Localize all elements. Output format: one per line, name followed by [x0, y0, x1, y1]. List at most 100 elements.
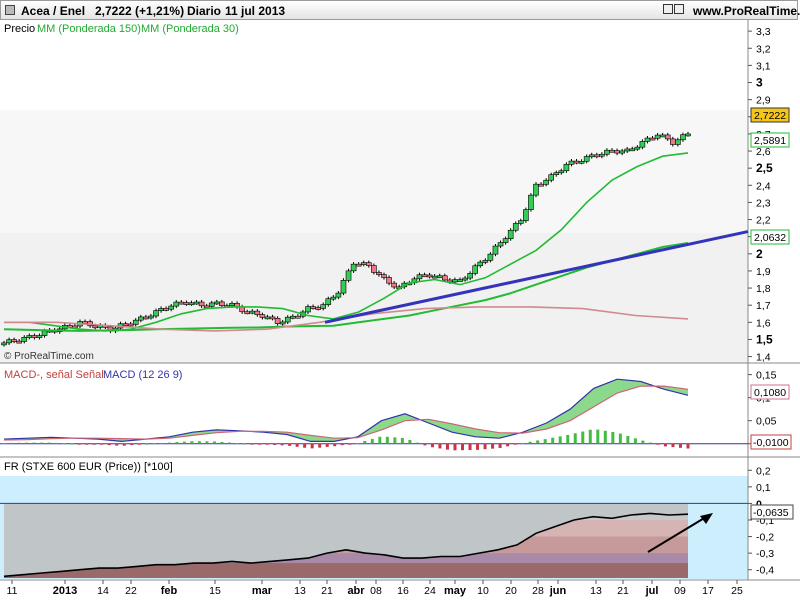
y-tick-label: 0,1: [756, 482, 771, 494]
candle-body: [639, 141, 646, 148]
candle-body: [426, 274, 433, 278]
x-tick-label: abr: [347, 585, 365, 597]
x-axis: 11 2013 14 22 feb 15 mar 13 21 abr 08 16 24 may 10 20 28…: [7, 580, 743, 597]
candle-body: [497, 242, 504, 247]
y-tick-label: -0,3: [756, 548, 774, 560]
candle-body: [538, 183, 544, 187]
macd-hist-bar: [521, 443, 525, 445]
macd-hist-bar: [325, 443, 329, 447]
macd-hist-bar: [611, 431, 615, 444]
candle-body: [553, 172, 560, 176]
candle-body: [381, 274, 387, 278]
candle-body: [127, 323, 134, 327]
macd-hist-bar: [167, 442, 171, 444]
candle-body: [203, 305, 210, 309]
candle-body: [148, 315, 154, 319]
candle-body: [193, 301, 200, 305]
price-band-upper: [0, 110, 748, 233]
macd-hist-bar: [107, 443, 111, 446]
macd-hist-bar: [145, 443, 149, 445]
candle-body: [163, 308, 169, 311]
candle-body: [249, 310, 256, 314]
macd-legend-main: MACD-, señal Señal: [4, 369, 104, 381]
macd-hist-bar: [40, 442, 44, 444]
x-tick-label: 16: [397, 585, 409, 597]
candle-body: [568, 160, 575, 165]
ma30-tag-text: 2,5891: [754, 135, 786, 147]
macd-hist-bar: [340, 443, 344, 446]
macd-hist-bar: [506, 443, 510, 447]
candle-body: [320, 304, 327, 309]
x-tick-label: 08: [370, 585, 382, 597]
candle-body: [421, 274, 428, 278]
candle-body: [604, 149, 610, 155]
macd-hist-bar: [55, 442, 59, 444]
y-tick-label: 2,3: [756, 197, 771, 209]
candle-body: [173, 301, 180, 307]
candle-body: [188, 302, 195, 306]
macd-hist-bar: [648, 442, 652, 444]
macd-hist-bar: [258, 443, 262, 445]
macd-hist-bar: [453, 443, 457, 451]
candle-body: [360, 262, 367, 265]
candle-body: [675, 139, 681, 145]
macd-hist-bar: [10, 442, 14, 444]
candle-body: [376, 272, 382, 275]
macd-hist-bar: [250, 443, 254, 445]
macd-hist-bar: [641, 440, 645, 444]
x-tick-label: jun: [549, 585, 567, 597]
candle-body: [462, 277, 468, 281]
candle-body: [6, 339, 12, 344]
candle-body: [680, 134, 686, 141]
macd-hist-bar: [581, 431, 585, 444]
macd-hist-bar: [62, 443, 66, 445]
candle-body: [153, 310, 159, 317]
candle-body: [122, 323, 129, 327]
candle-body: [614, 150, 620, 154]
candle-body: [436, 275, 443, 279]
y-tick-label: 2,5: [756, 161, 773, 175]
watermark: © ProRealTime.com: [4, 351, 94, 362]
candle-body: [507, 229, 514, 239]
macd-hist-bar: [663, 443, 667, 447]
candle-body: [654, 134, 661, 139]
x-tick-label: may: [444, 585, 467, 597]
candle-body: [371, 265, 377, 273]
macd-hist-bar: [220, 441, 224, 444]
macd-hist-bar: [438, 443, 442, 449]
candle-body: [528, 194, 534, 210]
y-tick-label: 2,9: [756, 95, 771, 107]
y-tick-label: 3: [756, 76, 763, 90]
candle-body: [609, 149, 615, 153]
chart-canvas[interactable]: 3,33,23,132,92,82,72,62,52,42,32,22,121,…: [0, 0, 800, 600]
macd-hist-bar: [212, 441, 216, 444]
macd-hist-bar: [205, 441, 209, 444]
macd-hist-bar: [363, 441, 367, 444]
candle-body: [548, 174, 555, 181]
macd-hist-bar: [160, 442, 164, 444]
candle-body: [659, 134, 666, 138]
candle-body: [310, 306, 316, 309]
macd-hist-bar: [115, 443, 119, 446]
ma150-tag-text: 2,0632: [754, 232, 786, 244]
macd-hist-bar: [596, 429, 600, 444]
macd-hist-bar: [671, 443, 675, 448]
macd-hist-bar: [536, 440, 540, 444]
candle-body: [523, 209, 529, 222]
candle-body: [11, 339, 17, 342]
macd-hist-bar: [633, 438, 637, 444]
candle-body: [335, 292, 342, 298]
macd-hist-bar: [190, 441, 194, 444]
macd-hist-bar: [378, 436, 382, 444]
candle-body: [198, 301, 205, 307]
y-tick-label: 0,05: [756, 416, 777, 428]
candle-body: [543, 179, 549, 185]
macd-hist-bar: [445, 443, 449, 450]
y-tick-label: 1,6: [756, 317, 771, 329]
candle-body: [578, 161, 585, 164]
candle-body: [158, 308, 164, 311]
macd-hist-bar: [626, 435, 630, 444]
x-tick-label: 25: [731, 585, 743, 597]
candle-body: [558, 170, 565, 174]
x-tick-label: 13: [294, 585, 306, 597]
